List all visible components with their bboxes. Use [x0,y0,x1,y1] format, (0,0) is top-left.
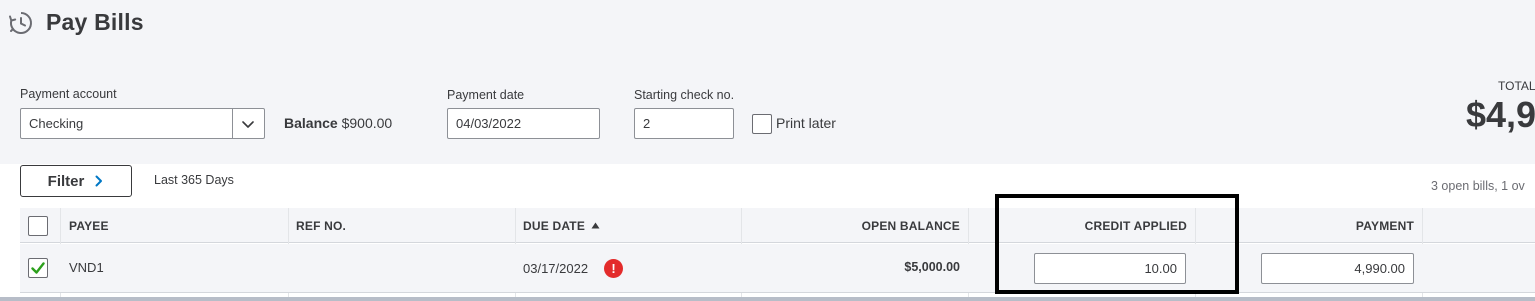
payment-account-select[interactable]: Checking [20,108,265,139]
filter-label: Filter [47,172,85,190]
payment-account-value: Checking [29,116,84,131]
print-later-checkbox[interactable] [752,114,772,134]
starting-check-value: 2 [643,116,651,131]
balance-label: Balance [284,115,338,131]
table-header: PAYEE REF NO. DUE DATE OPEN BALANCE CRED… [20,208,1535,243]
overdue-warning-icon: ! [604,259,623,278]
chevron-down-icon[interactable] [240,116,256,132]
open-balance-cell: $5,000.00 [904,260,960,274]
clock-payment-icon [9,12,32,34]
column-open-balance[interactable]: OPEN BALANCE [742,208,960,243]
print-later-label: Print later [776,115,836,131]
filter-button[interactable]: Filter [20,165,132,197]
select-all-checkbox[interactable] [28,216,48,236]
payment-date-label: Payment date [447,88,525,102]
sort-ascending-icon [591,222,600,229]
account-balance: Balance $900.00 [284,115,392,131]
payment-date-value: 04/03/2022 [456,116,522,131]
page-title: Pay Bills [46,9,144,35]
column-due-date-label: DUE DATE [523,218,586,233]
checkmark-icon [31,262,45,274]
starting-check-input[interactable]: 2 [634,108,734,139]
column-ref-no[interactable]: REF NO. [296,208,346,243]
payee-cell: VND1 [69,260,104,275]
row-select-checkbox[interactable] [28,258,48,278]
column-credit-applied[interactable]: CREDIT APPLIED [1020,208,1187,243]
column-payment[interactable]: PAYMENT [1196,208,1414,243]
due-date-cell: 03/17/2022 [523,261,589,276]
open-bills-summary: 3 open bills, 1 ov [1431,179,1525,193]
column-payee[interactable]: PAYEE [69,208,109,243]
total-amount: $4,9 [1466,94,1535,135]
date-range-label: Last 365 Days [154,173,234,187]
column-due-date[interactable]: DUE DATE [523,208,600,243]
payment-account-label: Payment account [20,87,117,101]
payment-input[interactable]: 4,990.00 [1261,253,1414,284]
starting-check-label: Starting check no. [634,88,735,102]
chevron-right-icon [95,175,103,187]
select-divider [232,109,233,138]
payment-date-input[interactable]: 04/03/2022 [447,108,600,139]
scrollbar-track[interactable] [0,297,1535,301]
credit-applied-input[interactable]: 10.00 [1034,253,1186,284]
total-label: TOTAL [1498,79,1535,93]
balance-value: $900.00 [341,115,393,131]
